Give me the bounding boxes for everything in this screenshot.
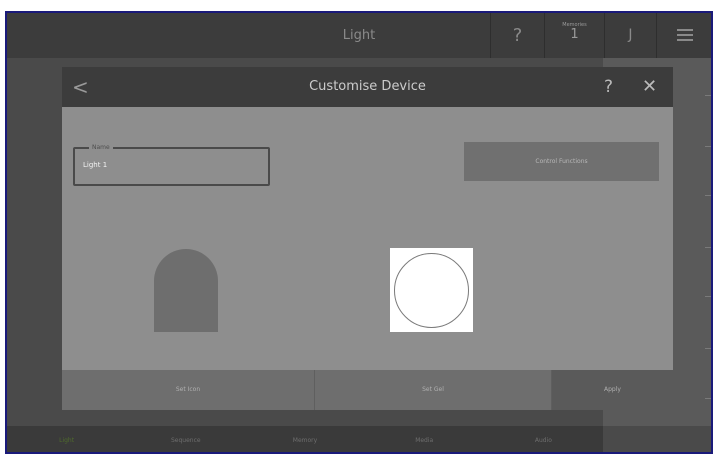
menu-button[interactable] (656, 13, 711, 58)
dialog-title: Customise Device (309, 79, 426, 94)
gel-preview (390, 248, 473, 332)
name-label: Name (89, 143, 113, 153)
memories-count: 1 (570, 27, 579, 42)
set-icon-button[interactable]: Set Icon (62, 370, 315, 410)
dialog-header: < Customise Device ? ✕ (62, 67, 673, 107)
nav-item-light[interactable]: Light (7, 426, 126, 452)
close-icon[interactable]: ✕ (642, 67, 657, 107)
set-gel-button[interactable]: Set Gel (315, 370, 552, 410)
customise-device-dialog: < Customise Device ? ✕ Name Light 1 Cont… (62, 67, 673, 410)
nav-item-media[interactable]: Media (365, 426, 484, 452)
nav-item-memory[interactable]: Memory (245, 426, 364, 452)
control-functions-button[interactable]: Control Functions (464, 142, 659, 181)
name-field[interactable]: Name Light 1 (73, 143, 270, 186)
top-bar: Light ? Memories 1 J (7, 13, 711, 58)
bottom-nav: Light Sequence Memory Media Audio (7, 426, 603, 452)
nav-item-sequence[interactable]: Sequence (126, 426, 245, 452)
device-icon-preview (154, 249, 218, 332)
help-button[interactable]: ? (490, 13, 544, 58)
app-window: Light ? Memories 1 J Light Sequence Memo… (5, 11, 713, 454)
nav-item-audio[interactable]: Audio (484, 426, 603, 452)
memories-button[interactable]: Memories 1 (544, 13, 604, 58)
dialog-help-icon[interactable]: ? (604, 67, 613, 107)
name-value: Light 1 (83, 161, 108, 169)
apply-button[interactable]: Apply (552, 370, 673, 410)
gel-circle-icon (394, 253, 469, 328)
j-button[interactable]: J (604, 13, 656, 58)
dialog-footer: Set Icon Set Gel Apply (62, 370, 673, 410)
